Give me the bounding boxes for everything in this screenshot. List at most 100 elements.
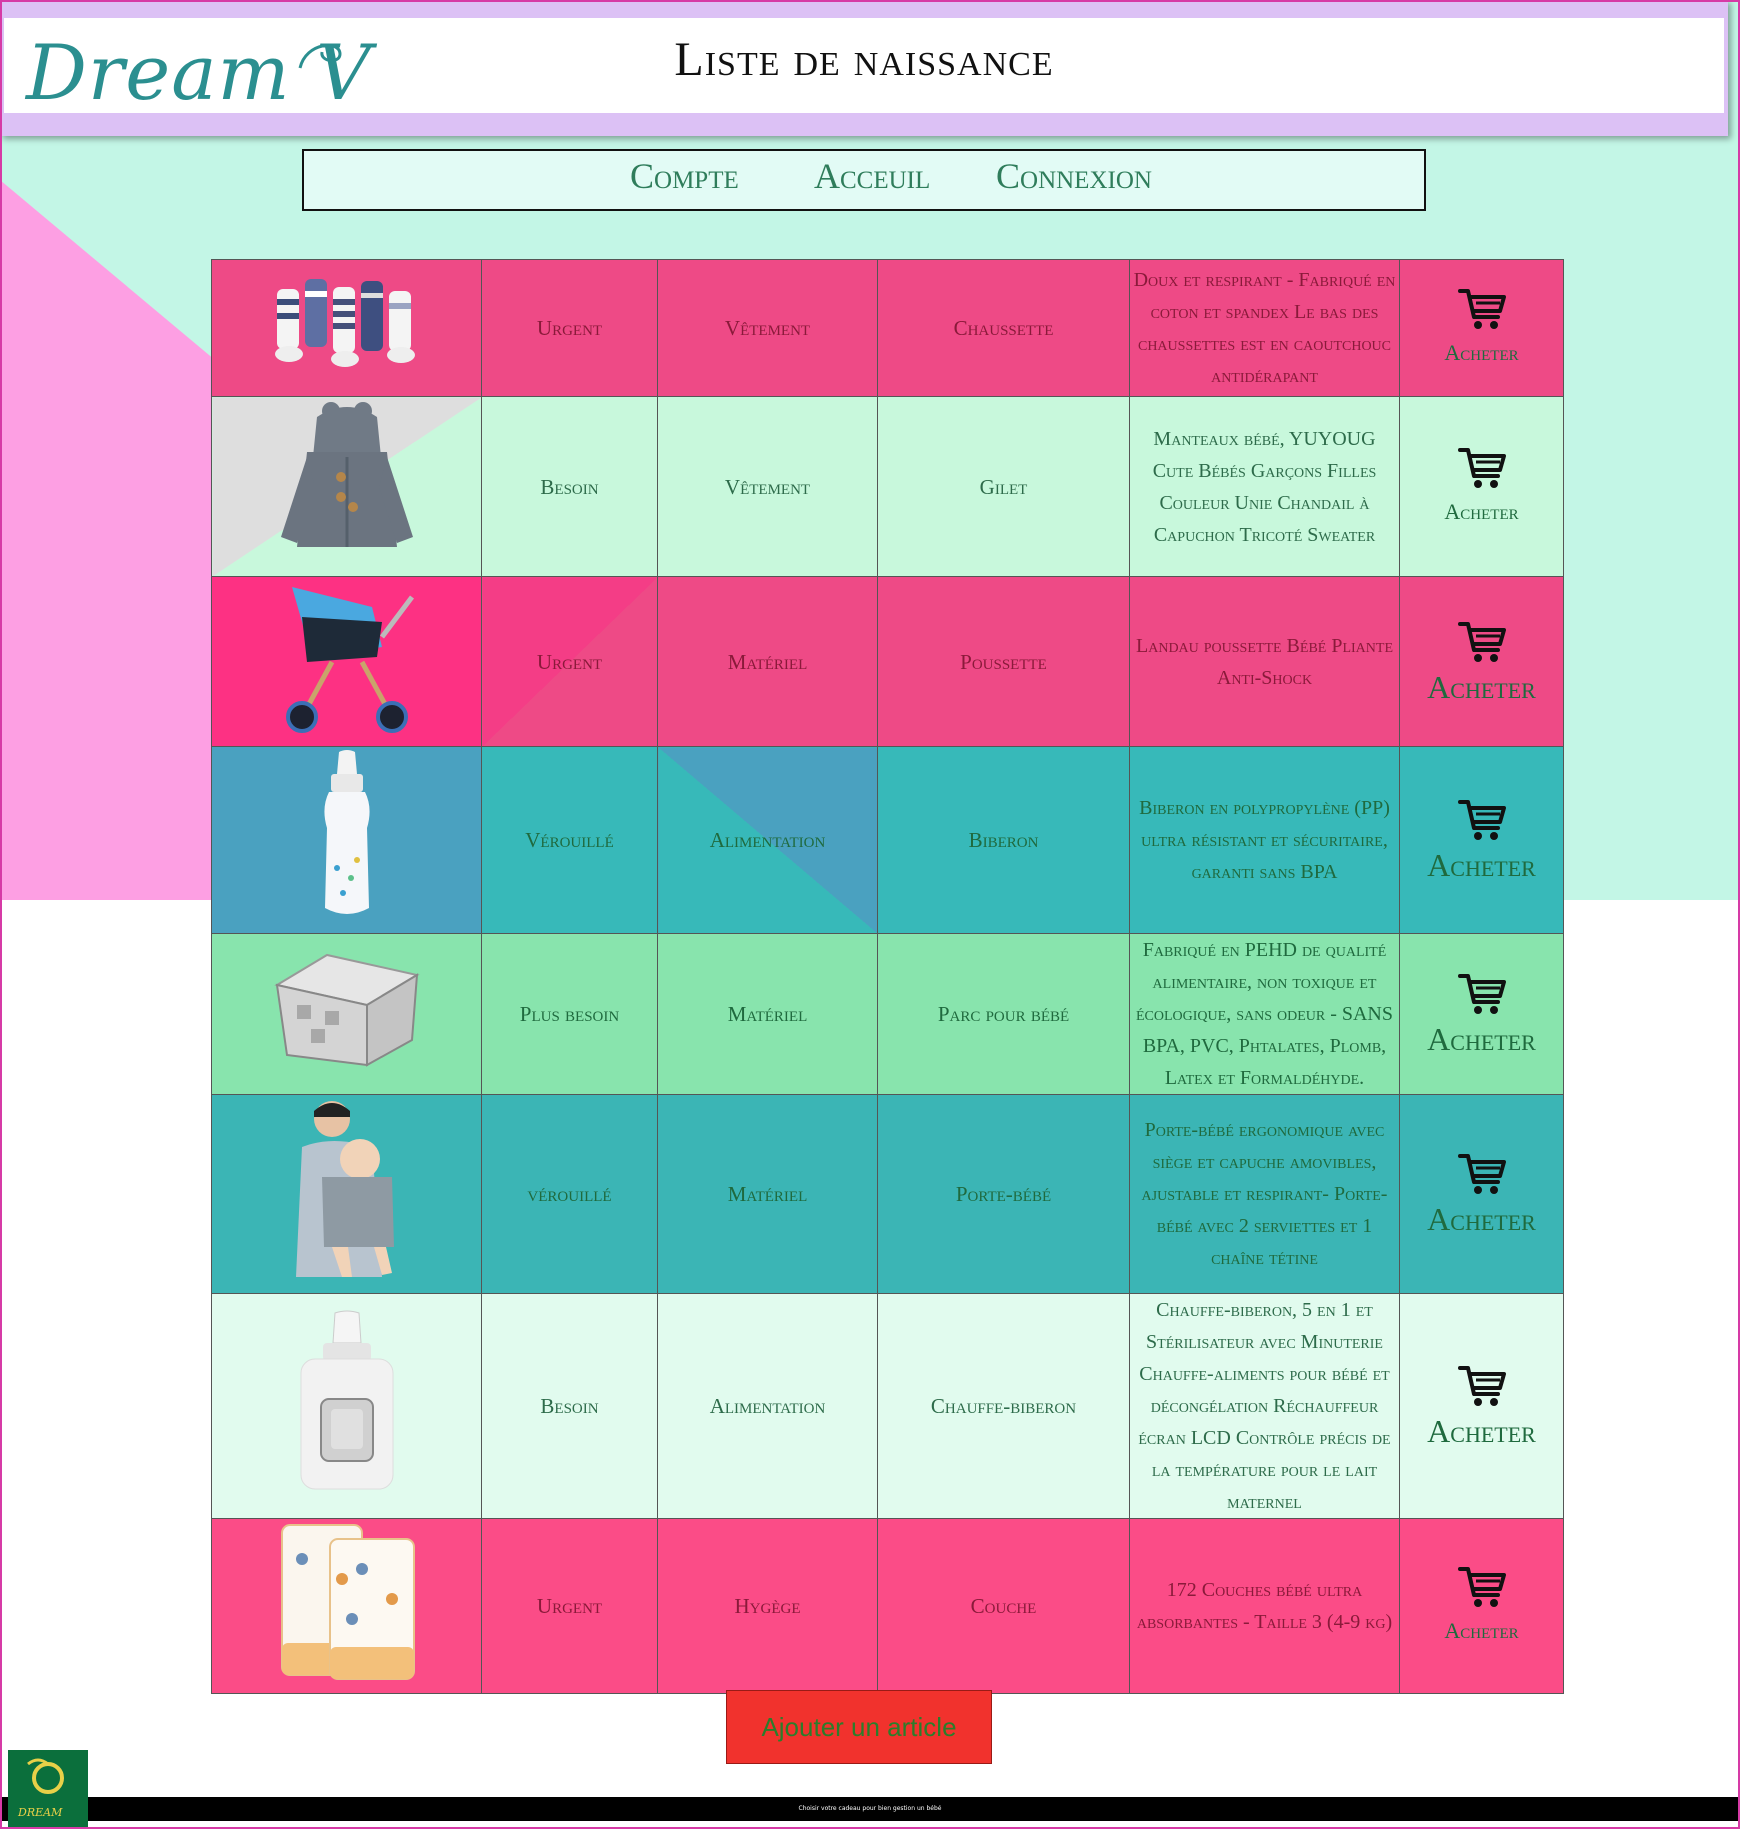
table-row: Plus besoin Matériel Parc pour bébé Fabr… [211,933,1564,1095]
status-cell: vérouillé [481,1094,658,1294]
buy-button[interactable]: Acheter [1402,620,1561,704]
baby-bottle-image [323,750,370,914]
description-cell: Landau poussette Bébé Pliante Anti-Shock [1129,576,1400,747]
status-cell: Urgent [481,576,658,747]
item-name-cell: Parc pour bébé [877,933,1130,1095]
buy-label: Acheter [1427,1201,1536,1237]
baby-carrier-image [295,1101,394,1277]
buy-cell: Acheter [1399,576,1564,747]
table-row: Urgent Hygège Couche 172 Couches bébé ul… [211,1518,1564,1694]
category-cell: Vêtement [657,396,878,577]
buy-button[interactable]: Acheter [1402,1364,1561,1448]
header: Dream V Liste de naissance [4,18,1724,117]
footer-logo-text: DREAM [18,1806,63,1819]
category-cell: Matériel [657,933,878,1095]
buy-button[interactable]: Acheter [1402,972,1561,1056]
product-image-cell [211,396,482,577]
category-cell: Vêtement [657,259,878,397]
status-cell: Vérouillé [481,746,658,934]
bottle-warmer-image [300,1310,393,1490]
category-cell: Alimentation [657,1293,878,1519]
socks-image [274,278,415,367]
description-cell: Manteaux bébé, YUYOUG Cute Bébés Garçons… [1129,396,1400,577]
buy-button[interactable]: Acheter [1402,1565,1561,1647]
status-cell: Urgent [481,1518,658,1694]
buy-label: Acheter [1427,668,1536,705]
footer-logo[interactable]: DREAM [8,1750,88,1829]
page-title: Liste de naissance [674,33,1054,86]
product-image-cell [211,1518,482,1694]
product-image-cell [211,1293,482,1519]
status-cell: Plus besoin [481,933,658,1095]
stroller-image [285,587,414,733]
description-cell: Biberon en polypropylène (PP) ultra rési… [1129,746,1400,934]
cart-icon [1458,620,1506,664]
cart-icon [1458,1364,1506,1408]
birth-list-table: Urgent Vêtement Chaussette Doux et respi… [211,259,1564,1694]
buy-button[interactable]: Acheter [1402,287,1561,369]
cart-icon [1458,446,1506,490]
item-name-cell: Couche [877,1518,1130,1694]
item-name-cell: Gilet [877,396,1130,577]
table-row: Besoin Alimentation Chauffe-biberon Chau… [211,1293,1564,1519]
item-name-cell: Poussette [877,576,1130,747]
cart-icon [1458,972,1506,1016]
cart-icon [1458,287,1506,331]
buy-label: Acheter [1444,340,1519,365]
status-cell: Besoin [481,1293,658,1519]
status-cell: Urgent [481,259,658,397]
nav-compte[interactable]: Compte [630,155,739,197]
product-image-cell [211,1094,482,1294]
buy-label: Acheter [1427,1021,1536,1057]
category-cell: Matériel [657,576,878,747]
table-row: Vérouillé Alimentation Biberon Biberon e… [211,746,1564,934]
buy-label: Acheter [1427,847,1536,883]
item-name-cell: Biberon [877,746,1130,934]
status-cell: Besoin [481,396,658,577]
nav-connexion[interactable]: Connexion [996,155,1152,197]
main-nav: Compte Acceuil Connexion [302,149,1426,211]
category-cell: Hygège [657,1518,878,1694]
cart-icon [1458,1565,1506,1609]
buy-cell: Acheter [1399,396,1564,577]
buy-cell: Acheter [1399,259,1564,397]
category-cell: Alimentation [657,746,878,934]
description-cell: Fabriqué en PEHD de qualité alimentaire,… [1129,933,1400,1095]
category-cell: Matériel [657,1094,878,1294]
buy-label: Acheter [1444,498,1519,524]
cardigan-image [280,402,413,547]
description-cell: Doux et respirant - Fabriqué en coton et… [1129,259,1400,397]
buy-button[interactable]: Acheter [1402,446,1561,528]
buy-button[interactable]: Acheter [1402,798,1561,882]
cart-icon [1458,1152,1506,1196]
buy-button[interactable]: Acheter [1402,1152,1561,1236]
nav-acceuil[interactable]: Acceuil [814,155,930,197]
footer-logo-emblem-icon [27,1758,64,1794]
product-image-cell [211,576,482,747]
buy-cell: Acheter [1399,933,1564,1095]
table-row: Urgent Matériel Poussette Landau pousset… [211,576,1564,747]
buy-label: Acheter [1427,1413,1536,1449]
item-name-cell: Chauffe-biberon [877,1293,1130,1519]
add-item-button[interactable]: Ajouter un article [726,1690,992,1764]
diapers-image [280,1524,415,1680]
product-image-cell [211,933,482,1095]
cart-icon [1458,798,1506,842]
item-name-cell: Porte-bébé [877,1094,1130,1294]
item-name-cell: Chaussette [877,259,1130,397]
product-image-cell [211,259,482,397]
buy-cell: Acheter [1399,1293,1564,1519]
buy-cell: Acheter [1399,1518,1564,1694]
buy-cell: Acheter [1399,746,1564,934]
playpen-image [273,953,420,1067]
description-cell: 172 Couches bébé ultra absorbantes - Tai… [1129,1518,1400,1694]
table-row: Besoin Vêtement Gilet Manteaux bébé, YUY… [211,396,1564,577]
buy-cell: Acheter [1399,1094,1564,1294]
footer-bar: Choisir votre cadeau pour bien gestion u… [0,1797,1740,1821]
product-image-cell [211,746,482,934]
description-cell: Chauffe-biberon, 5 en 1 et Stérilisateur… [1129,1293,1400,1519]
table-row: vérouillé Matériel Porte-bébé Porte-bébé… [211,1094,1564,1294]
description-cell: Porte-bébé ergonomique avec siège et cap… [1129,1094,1400,1294]
buy-label: Acheter [1444,1618,1519,1643]
table-row: Urgent Vêtement Chaussette Doux et respi… [211,259,1564,397]
